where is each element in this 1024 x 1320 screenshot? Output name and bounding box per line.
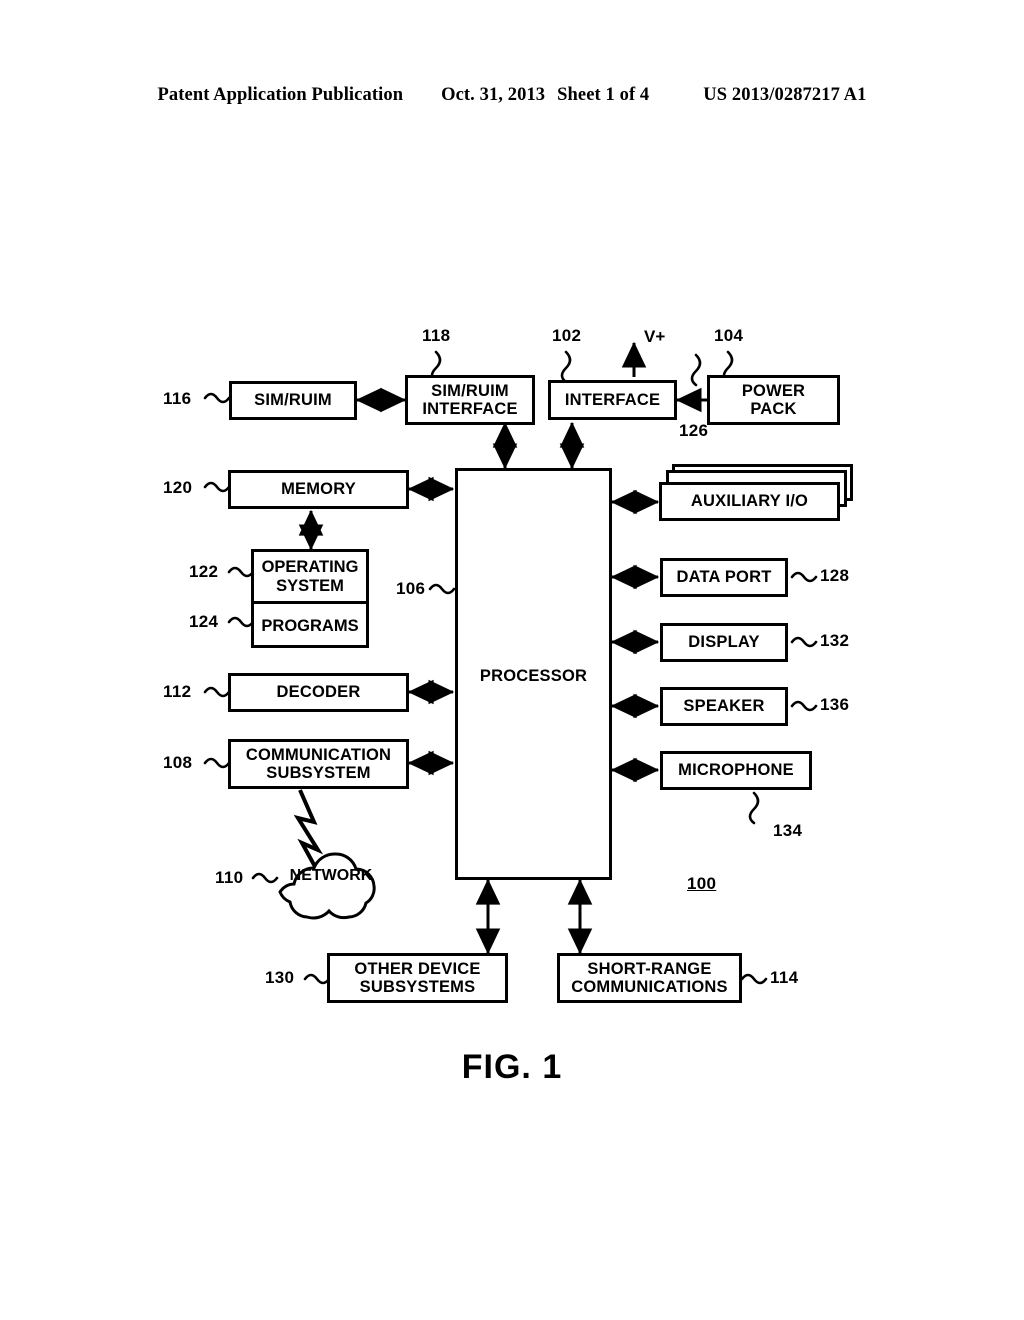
- block-decoder-label: DECODER: [276, 683, 361, 702]
- ref-100-system: 100: [687, 874, 717, 893]
- ref-118: 118: [422, 326, 451, 345]
- ref-130: 130: [265, 968, 295, 987]
- block-microphone-label: MICROPHONE: [678, 761, 794, 780]
- block-speaker-label: SPEAKER: [683, 697, 765, 716]
- block-memory-label: MEMORY: [281, 480, 356, 499]
- block-auxiliary-io-label: AUXILIARY I/O: [690, 492, 809, 511]
- block-communication-subsystem[interactable]: COMMUNICATION SUBSYSTEM: [228, 739, 409, 789]
- ref-102: 102: [552, 326, 582, 345]
- ref-124: 124: [189, 612, 219, 631]
- block-decoder[interactable]: DECODER: [228, 673, 409, 712]
- ref-116: 116: [163, 389, 192, 408]
- ref-126: 126: [679, 421, 709, 440]
- block-sim-ruim-interface-label: SIM/RUIM INTERFACE: [422, 381, 518, 418]
- block-programs[interactable]: PROGRAMS: [254, 601, 366, 648]
- block-interface-label: INTERFACE: [564, 390, 661, 409]
- block-power-pack[interactable]: POWER PACK: [707, 375, 840, 425]
- block-programs-label: PROGRAMS: [261, 616, 359, 635]
- ref-110: 110: [215, 868, 244, 887]
- figure-1-block-diagram: SIM/RUIM 116 SIM/RUIM INTERFACE 118 INTE…: [0, 0, 1024, 1320]
- block-memory[interactable]: MEMORY: [228, 470, 409, 509]
- block-short-range-communications[interactable]: SHORT-RANGE COMMUNICATIONS: [557, 953, 742, 1003]
- ref-122: 122: [189, 562, 219, 581]
- ref-114: 114: [770, 968, 799, 987]
- ref-136: 136: [820, 695, 850, 714]
- block-sim-ruim-label: SIM/RUIM: [254, 391, 332, 410]
- block-operating-system[interactable]: OPERATING SYSTEM: [254, 552, 366, 601]
- block-display[interactable]: DISPLAY: [660, 623, 788, 662]
- block-speaker[interactable]: SPEAKER: [660, 687, 788, 726]
- ref-120: 120: [163, 478, 193, 497]
- block-sim-ruim[interactable]: SIM/RUIM: [229, 381, 357, 420]
- block-short-range-communications-label: SHORT-RANGE COMMUNICATIONS: [571, 959, 728, 996]
- block-processor-label: PROCESSOR: [479, 667, 588, 685]
- ref-106: 106: [396, 579, 426, 598]
- block-auxiliary-io[interactable]: AUXILIARY I/O: [659, 482, 840, 521]
- block-power-pack-label: POWER PACK: [741, 381, 806, 418]
- block-data-port[interactable]: DATA PORT: [660, 558, 788, 597]
- block-network-label: NETWORK: [289, 867, 373, 884]
- block-interface[interactable]: INTERFACE: [548, 380, 677, 420]
- ref-128: 128: [820, 566, 850, 585]
- block-display-label: DISPLAY: [688, 633, 760, 652]
- ref-108: 108: [163, 753, 193, 772]
- ref-112: 112: [163, 682, 192, 701]
- figure-caption: FIG. 1: [461, 1048, 563, 1086]
- power-rail-label: V+: [644, 327, 666, 346]
- block-operating-system-label: OPERATING SYSTEM: [261, 558, 359, 595]
- ref-132: 132: [820, 631, 850, 650]
- block-processor[interactable]: PROCESSOR: [455, 468, 612, 880]
- ref-134: 134: [773, 821, 803, 840]
- block-other-device-subsystems[interactable]: OTHER DEVICE SUBSYSTEMS: [327, 953, 508, 1003]
- block-other-device-subsystems-label: OTHER DEVICE SUBSYSTEMS: [354, 959, 481, 996]
- network-cloud-shape: [278, 852, 376, 920]
- block-data-port-label: DATA PORT: [676, 568, 772, 587]
- block-communication-subsystem-label: COMMUNICATION SUBSYSTEM: [245, 745, 392, 782]
- block-memory-contents: OPERATING SYSTEM PROGRAMS: [251, 549, 369, 648]
- block-sim-ruim-interface[interactable]: SIM/RUIM INTERFACE: [405, 375, 535, 425]
- ref-104: 104: [714, 326, 744, 345]
- block-microphone[interactable]: MICROPHONE: [660, 751, 812, 790]
